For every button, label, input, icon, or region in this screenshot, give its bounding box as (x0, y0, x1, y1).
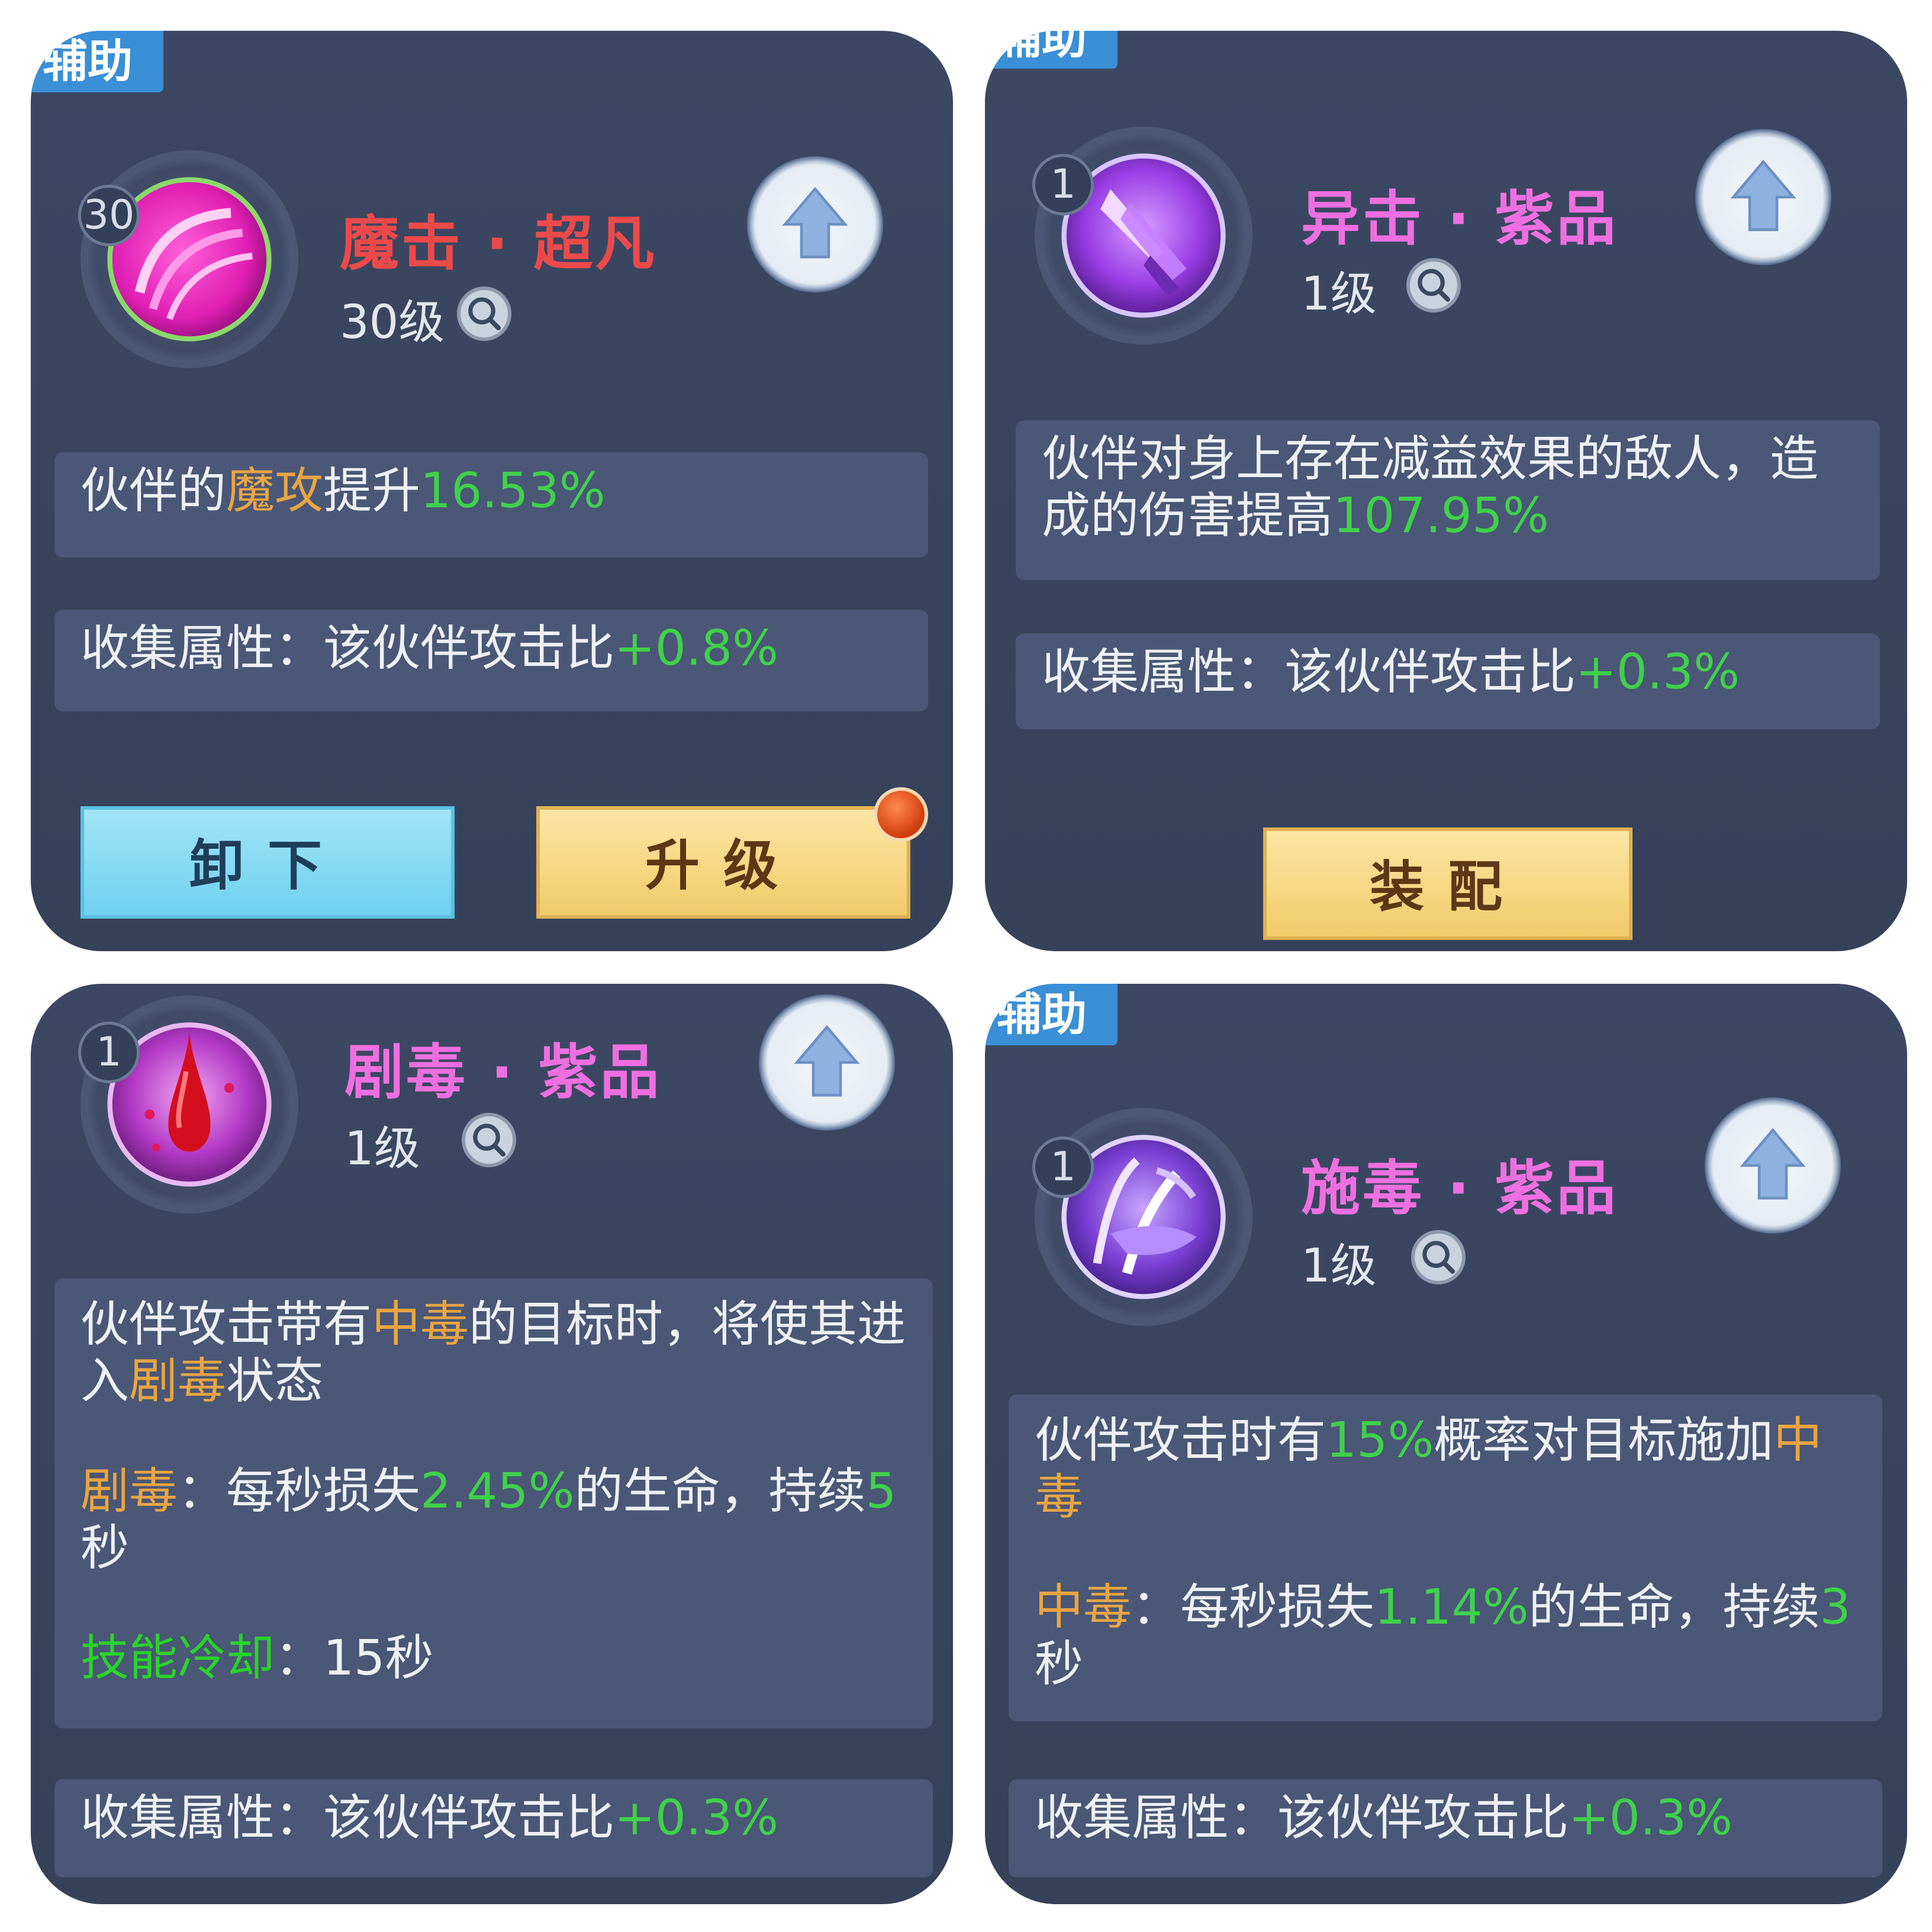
upgrade-button[interactable]: 升级 (536, 806, 910, 919)
search-icon[interactable] (1406, 258, 1461, 313)
support-tag: 辅助 (985, 984, 1118, 1045)
skill-level-badge: 1 (1032, 154, 1094, 215)
desc-line-2: 剧毒：每秒损失2.45%的生命，持续5 秒 (80, 1463, 907, 1577)
support-tag: 辅助 (31, 31, 163, 92)
skill-level: 1级 (1301, 1239, 1377, 1293)
desc-keyword: 魔攻 (226, 463, 324, 519)
skill-level: 30级 (340, 296, 445, 349)
desc-text: 伙伴攻击带有 (80, 1296, 372, 1353)
equip-button[interactable]: 装配 (1263, 827, 1632, 940)
collect-value: +0.8% (614, 620, 779, 677)
desc-line-1: 伙伴攻击带有中毒的目标时，将使其进入剧毒状态 (80, 1296, 907, 1410)
upgrade-arrow-icon[interactable] (1705, 1097, 1841, 1234)
skill-card-odd-strike: 辅助 1 异击 · 紫品 1级 伙伴对身上存在减益效果的敌人，造成的伤害提高10… (985, 31, 1907, 951)
search-icon[interactable] (462, 1113, 516, 1167)
skill-card-deadly-poison: 1 剧毒 · 紫品 1级 伙伴攻击带有中毒的目标时，将使其进入剧毒状态 剧毒：每… (31, 984, 953, 1904)
desc-value: 15% (1326, 1412, 1434, 1469)
desc-line-1: 伙伴攻击时有15%概率对目标施加中毒 (1035, 1412, 1856, 1526)
desc-text: 秒 (1035, 1636, 1084, 1692)
desc-line-3: 技能冷却：15秒 (80, 1630, 907, 1687)
cooldown-label: 技能冷却 (80, 1630, 275, 1686)
search-icon[interactable] (457, 286, 511, 341)
collect-value: +0.3% (1569, 1790, 1733, 1846)
desc-text: 秒 (80, 1520, 130, 1576)
skill-icon-frame[interactable] (80, 150, 298, 368)
collect-label: 收集属性：该伙伴攻击比 (80, 620, 615, 677)
upgrade-arrow-icon[interactable] (1695, 129, 1831, 265)
skill-name: 魔击 · 超凡 (340, 209, 657, 278)
collect-attribute: 收集属性：该伙伴攻击比+0.3% (54, 1779, 933, 1878)
skill-description: 伙伴攻击时有15%概率对目标施加中毒 中毒：每秒损失1.14%的生命，持续3 秒 (1009, 1395, 1882, 1721)
desc-text: ：每秒损失 (178, 1463, 421, 1519)
upgrade-arrow-icon[interactable] (747, 156, 883, 292)
search-icon[interactable] (1411, 1230, 1466, 1284)
desc-line-2: 中毒：每秒损失1.14%的生命，持续3 秒 (1035, 1579, 1856, 1693)
collect-attribute: 收集属性：该伙伴攻击比+0.3% (1009, 1779, 1882, 1878)
cooldown-value: ：15秒 (275, 1630, 434, 1686)
desc-value: 1.14% (1374, 1579, 1529, 1635)
desc-value: 2.45% (420, 1463, 575, 1519)
desc-value: 107.95% (1333, 488, 1549, 544)
skill-level: 1级 (344, 1122, 420, 1176)
skill-card-apply-poison: 辅助 1 施毒 · 紫品 1级 伙伴攻击时有15%概率对目标施加中毒 中毒：每秒… (985, 984, 1907, 1904)
unequip-button[interactable]: 卸下 (80, 806, 455, 919)
notification-dot (874, 787, 928, 842)
collect-value: +0.3% (614, 1790, 779, 1846)
desc-text: 伙伴攻击时有 (1035, 1412, 1326, 1469)
collect-attribute: 收集属性：该伙伴攻击比+0.8% (54, 610, 928, 711)
skill-name: 剧毒 · 紫品 (344, 1038, 662, 1107)
skill-level-badge: 30 (78, 185, 140, 246)
collect-attribute: 收集属性：该伙伴攻击比+0.3% (1016, 633, 1880, 729)
skill-description: 伙伴对身上存在减益效果的敌人，造成的伤害提高107.95% (1016, 420, 1880, 580)
collect-label: 收集属性：该伙伴攻击比 (1035, 1790, 1569, 1846)
support-tag: 辅助 (985, 31, 1118, 69)
desc-keyword: 中毒 (372, 1296, 469, 1353)
collect-value: +0.3% (1576, 644, 1740, 700)
desc-text: ：每秒损失 (1132, 1579, 1375, 1635)
desc-text: 状态 (226, 1353, 324, 1409)
desc-keyword: 中毒 (1035, 1579, 1132, 1635)
desc-text: 提升 (323, 463, 421, 519)
skill-level: 1级 (1301, 268, 1377, 321)
desc-value: 5 (865, 1463, 897, 1519)
skill-description: 伙伴攻击带有中毒的目标时，将使其进入剧毒状态 剧毒：每秒损失2.45%的生命，持… (54, 1279, 933, 1728)
desc-value: 3 (1820, 1579, 1851, 1635)
skill-name: 施毒 · 紫品 (1301, 1154, 1618, 1223)
skill-level-badge: 1 (1032, 1136, 1094, 1198)
skill-level-badge: 1 (78, 1022, 140, 1083)
upgrade-arrow-icon[interactable] (759, 994, 895, 1131)
collect-label: 收集属性：该伙伴攻击比 (80, 1790, 615, 1846)
skill-name: 异击 · 紫品 (1301, 184, 1618, 253)
skill-card-magic-strike: 辅助 30 魔击 · 超凡 30级 伙伴的魔攻提升16.53% 收集属性：该伙伴… (31, 31, 953, 951)
desc-text: 的生命，持续 (1528, 1579, 1820, 1635)
desc-text: 概率对目标施加 (1434, 1412, 1774, 1469)
desc-keyword: 剧毒 (80, 1463, 178, 1519)
skill-description: 伙伴的魔攻提升16.53% (54, 452, 928, 558)
collect-label: 收集属性：该伙伴攻击比 (1042, 644, 1576, 700)
desc-text: 的生命，持续 (574, 1463, 866, 1519)
desc-text: 伙伴的 (80, 463, 227, 519)
desc-value: 16.53% (420, 463, 606, 519)
desc-keyword: 剧毒 (129, 1353, 227, 1409)
